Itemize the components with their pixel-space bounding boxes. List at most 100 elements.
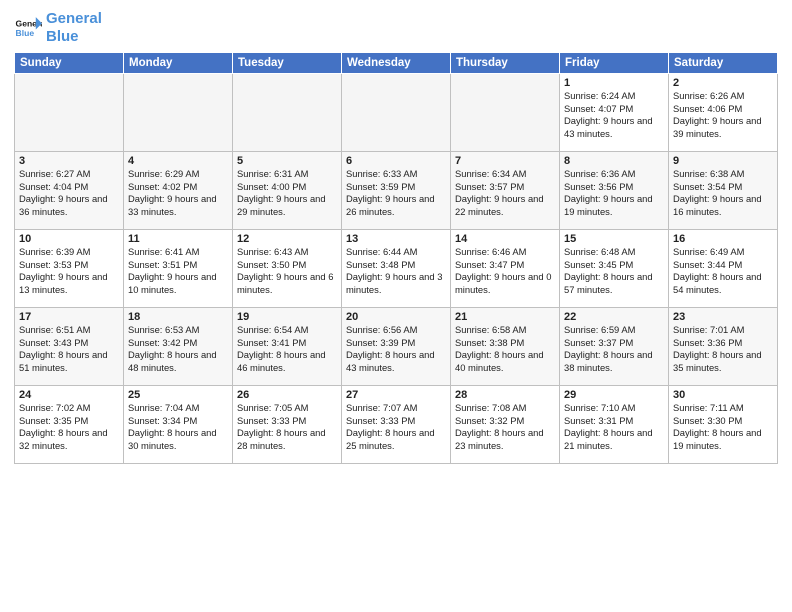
day-number: 19 (237, 311, 337, 323)
day-info: Sunrise: 7:10 AM Sunset: 3:31 PM Dayligh… (564, 402, 664, 453)
day-info: Sunrise: 6:39 AM Sunset: 3:53 PM Dayligh… (19, 246, 119, 297)
logo-general: General (46, 10, 102, 27)
week-row-2: 3Sunrise: 6:27 AM Sunset: 4:04 PM Daylig… (15, 152, 778, 230)
logo-icon: General Blue (14, 14, 42, 42)
day-cell: 24Sunrise: 7:02 AM Sunset: 3:35 PM Dayli… (15, 386, 124, 464)
day-cell: 25Sunrise: 7:04 AM Sunset: 3:34 PM Dayli… (124, 386, 233, 464)
day-number: 30 (673, 389, 773, 401)
day-number: 10 (19, 233, 119, 245)
day-number: 7 (455, 155, 555, 167)
day-number: 11 (128, 233, 228, 245)
day-number: 8 (564, 155, 664, 167)
day-cell: 26Sunrise: 7:05 AM Sunset: 3:33 PM Dayli… (233, 386, 342, 464)
week-row-4: 17Sunrise: 6:51 AM Sunset: 3:43 PM Dayli… (15, 308, 778, 386)
day-info: Sunrise: 7:02 AM Sunset: 3:35 PM Dayligh… (19, 402, 119, 453)
day-cell: 28Sunrise: 7:08 AM Sunset: 3:32 PM Dayli… (451, 386, 560, 464)
day-cell: 18Sunrise: 6:53 AM Sunset: 3:42 PM Dayli… (124, 308, 233, 386)
day-number: 3 (19, 155, 119, 167)
calendar-table: SundayMondayTuesdayWednesdayThursdayFrid… (14, 52, 778, 464)
day-info: Sunrise: 6:38 AM Sunset: 3:54 PM Dayligh… (673, 168, 773, 219)
day-cell: 13Sunrise: 6:44 AM Sunset: 3:48 PM Dayli… (342, 230, 451, 308)
day-cell: 9Sunrise: 6:38 AM Sunset: 3:54 PM Daylig… (669, 152, 778, 230)
day-number: 13 (346, 233, 446, 245)
day-cell: 14Sunrise: 6:46 AM Sunset: 3:47 PM Dayli… (451, 230, 560, 308)
day-cell: 23Sunrise: 7:01 AM Sunset: 3:36 PM Dayli… (669, 308, 778, 386)
day-cell: 19Sunrise: 6:54 AM Sunset: 3:41 PM Dayli… (233, 308, 342, 386)
svg-text:Blue: Blue (16, 28, 35, 38)
week-row-3: 10Sunrise: 6:39 AM Sunset: 3:53 PM Dayli… (15, 230, 778, 308)
day-number: 17 (19, 311, 119, 323)
day-cell: 6Sunrise: 6:33 AM Sunset: 3:59 PM Daylig… (342, 152, 451, 230)
day-cell: 16Sunrise: 6:49 AM Sunset: 3:44 PM Dayli… (669, 230, 778, 308)
day-number: 22 (564, 311, 664, 323)
weekday-wednesday: Wednesday (342, 53, 451, 74)
day-info: Sunrise: 6:59 AM Sunset: 3:37 PM Dayligh… (564, 324, 664, 375)
day-number: 15 (564, 233, 664, 245)
day-info: Sunrise: 7:05 AM Sunset: 3:33 PM Dayligh… (237, 402, 337, 453)
weekday-thursday: Thursday (451, 53, 560, 74)
day-info: Sunrise: 6:34 AM Sunset: 3:57 PM Dayligh… (455, 168, 555, 219)
day-info: Sunrise: 6:53 AM Sunset: 3:42 PM Dayligh… (128, 324, 228, 375)
day-info: Sunrise: 7:04 AM Sunset: 3:34 PM Dayligh… (128, 402, 228, 453)
day-cell: 17Sunrise: 6:51 AM Sunset: 3:43 PM Dayli… (15, 308, 124, 386)
day-info: Sunrise: 6:48 AM Sunset: 3:45 PM Dayligh… (564, 246, 664, 297)
day-number: 25 (128, 389, 228, 401)
day-info: Sunrise: 6:26 AM Sunset: 4:06 PM Dayligh… (673, 90, 773, 141)
day-info: Sunrise: 6:29 AM Sunset: 4:02 PM Dayligh… (128, 168, 228, 219)
day-cell: 21Sunrise: 6:58 AM Sunset: 3:38 PM Dayli… (451, 308, 560, 386)
day-number: 28 (455, 389, 555, 401)
day-cell (233, 74, 342, 152)
day-cell: 30Sunrise: 7:11 AM Sunset: 3:30 PM Dayli… (669, 386, 778, 464)
day-number: 14 (455, 233, 555, 245)
day-number: 21 (455, 311, 555, 323)
day-number: 23 (673, 311, 773, 323)
weekday-friday: Friday (560, 53, 669, 74)
day-number: 2 (673, 77, 773, 89)
day-number: 9 (673, 155, 773, 167)
day-cell (15, 74, 124, 152)
day-info: Sunrise: 6:54 AM Sunset: 3:41 PM Dayligh… (237, 324, 337, 375)
day-cell: 20Sunrise: 6:56 AM Sunset: 3:39 PM Dayli… (342, 308, 451, 386)
day-number: 16 (673, 233, 773, 245)
day-cell: 3Sunrise: 6:27 AM Sunset: 4:04 PM Daylig… (15, 152, 124, 230)
day-cell (342, 74, 451, 152)
day-number: 27 (346, 389, 446, 401)
day-info: Sunrise: 7:08 AM Sunset: 3:32 PM Dayligh… (455, 402, 555, 453)
day-info: Sunrise: 6:56 AM Sunset: 3:39 PM Dayligh… (346, 324, 446, 375)
day-info: Sunrise: 7:01 AM Sunset: 3:36 PM Dayligh… (673, 324, 773, 375)
day-number: 12 (237, 233, 337, 245)
logo: General Blue General Blue (14, 10, 102, 46)
weekday-monday: Monday (124, 53, 233, 74)
weekday-sunday: Sunday (15, 53, 124, 74)
day-cell: 29Sunrise: 7:10 AM Sunset: 3:31 PM Dayli… (560, 386, 669, 464)
day-cell (451, 74, 560, 152)
day-info: Sunrise: 6:46 AM Sunset: 3:47 PM Dayligh… (455, 246, 555, 297)
main-container: General Blue General Blue SundayMondayTu… (0, 0, 792, 470)
day-cell: 12Sunrise: 6:43 AM Sunset: 3:50 PM Dayli… (233, 230, 342, 308)
day-number: 24 (19, 389, 119, 401)
logo-blue: Blue (46, 28, 79, 45)
weekday-tuesday: Tuesday (233, 53, 342, 74)
day-cell: 27Sunrise: 7:07 AM Sunset: 3:33 PM Dayli… (342, 386, 451, 464)
day-cell (124, 74, 233, 152)
day-info: Sunrise: 6:27 AM Sunset: 4:04 PM Dayligh… (19, 168, 119, 219)
day-cell: 4Sunrise: 6:29 AM Sunset: 4:02 PM Daylig… (124, 152, 233, 230)
day-cell: 22Sunrise: 6:59 AM Sunset: 3:37 PM Dayli… (560, 308, 669, 386)
day-cell: 11Sunrise: 6:41 AM Sunset: 3:51 PM Dayli… (124, 230, 233, 308)
day-number: 26 (237, 389, 337, 401)
week-row-5: 24Sunrise: 7:02 AM Sunset: 3:35 PM Dayli… (15, 386, 778, 464)
header: General Blue General Blue (14, 10, 778, 46)
day-info: Sunrise: 6:36 AM Sunset: 3:56 PM Dayligh… (564, 168, 664, 219)
day-info: Sunrise: 7:07 AM Sunset: 3:33 PM Dayligh… (346, 402, 446, 453)
day-number: 18 (128, 311, 228, 323)
day-info: Sunrise: 6:24 AM Sunset: 4:07 PM Dayligh… (564, 90, 664, 141)
day-info: Sunrise: 6:58 AM Sunset: 3:38 PM Dayligh… (455, 324, 555, 375)
day-number: 1 (564, 77, 664, 89)
day-number: 5 (237, 155, 337, 167)
weekday-header-row: SundayMondayTuesdayWednesdayThursdayFrid… (15, 53, 778, 74)
day-info: Sunrise: 6:51 AM Sunset: 3:43 PM Dayligh… (19, 324, 119, 375)
day-cell: 7Sunrise: 6:34 AM Sunset: 3:57 PM Daylig… (451, 152, 560, 230)
day-number: 20 (346, 311, 446, 323)
weekday-saturday: Saturday (669, 53, 778, 74)
day-cell: 8Sunrise: 6:36 AM Sunset: 3:56 PM Daylig… (560, 152, 669, 230)
